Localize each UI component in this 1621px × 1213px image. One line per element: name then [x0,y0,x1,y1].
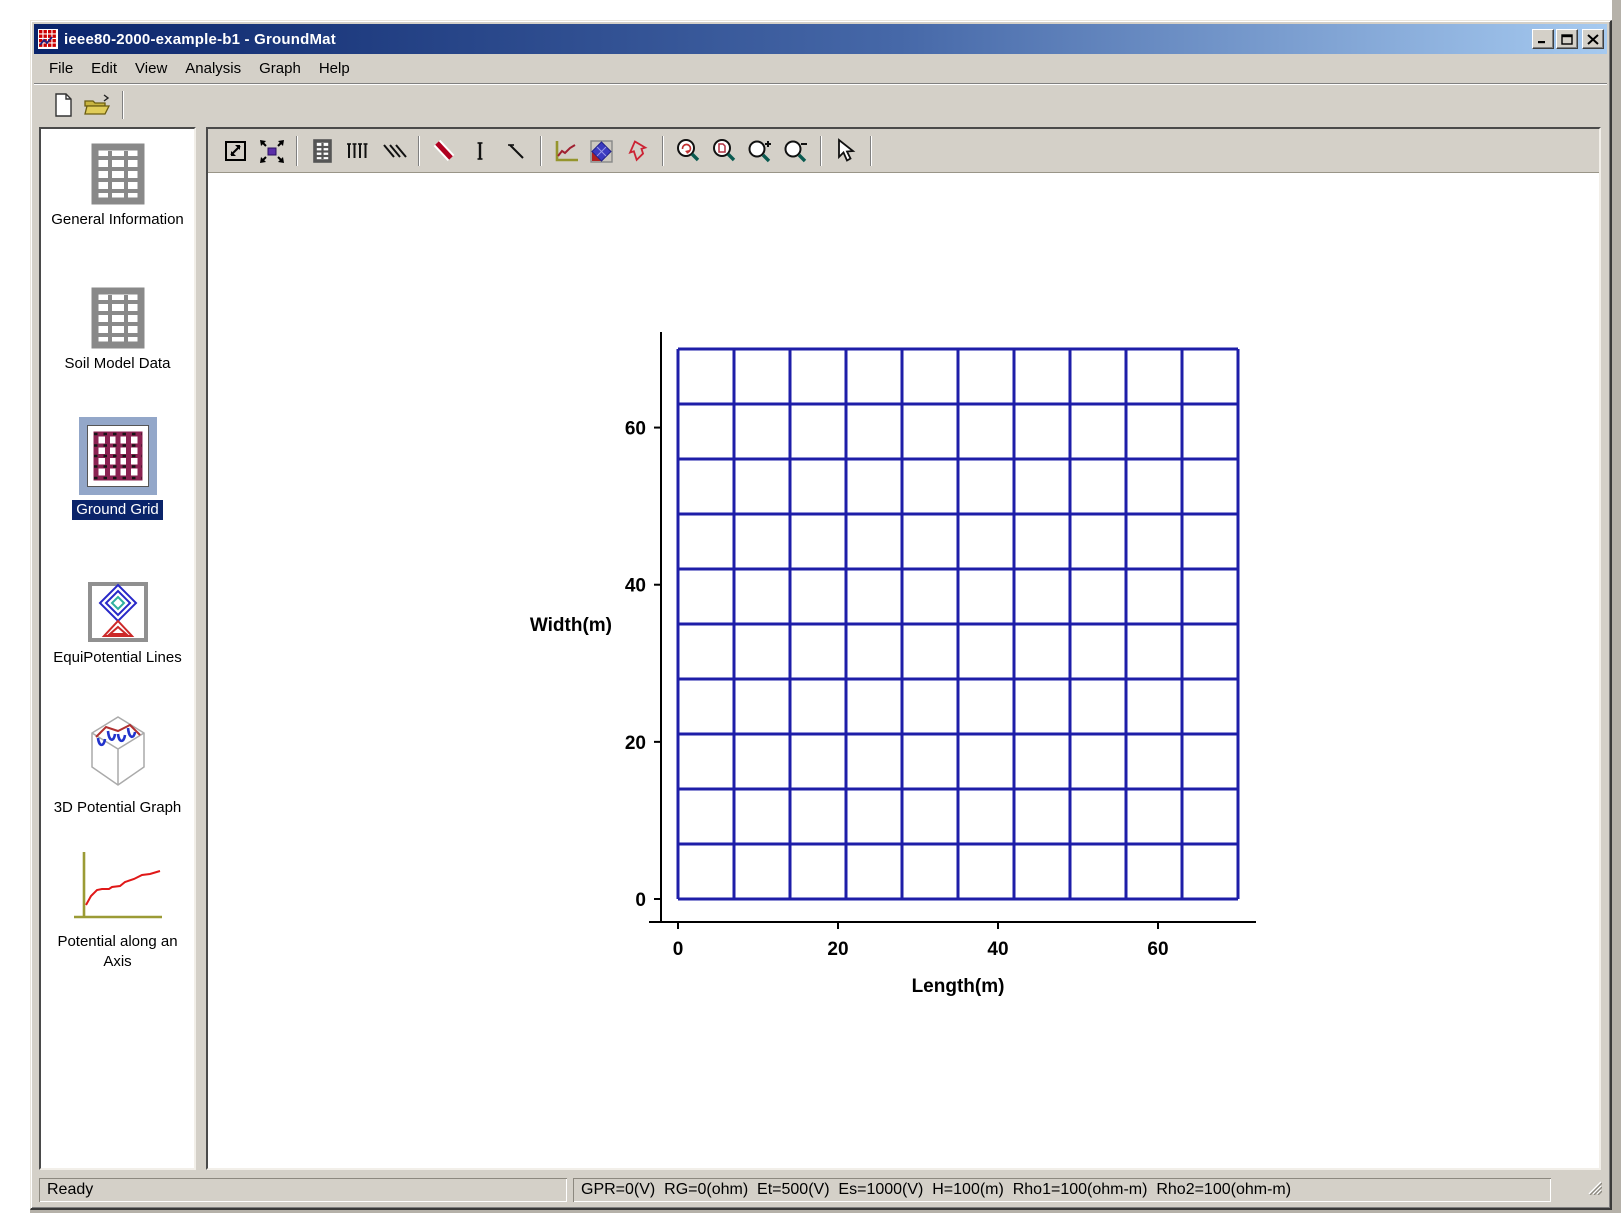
sidebar-item-label: General Information [51,210,184,230]
svg-text:20: 20 [625,733,646,754]
potential-graph-icon [551,136,581,166]
gpr-arrow-icon [623,136,653,166]
zoom-page-button[interactable] [706,134,742,168]
add-vertical-conductor-button[interactable] [462,134,498,168]
add-diagonal-conductor-icon [501,136,531,166]
new-file-button[interactable] [46,89,80,121]
graph-toolbar [208,129,1599,173]
zoom-window-button[interactable] [670,134,706,168]
toolbar-separator [870,136,872,166]
status-parameters-panel: GPR=0(V) RG=0(ohm) Et=500(V) Es=1000(V) … [573,1178,1551,1202]
app-icon [38,29,58,49]
equipotential-plot-button[interactable] [584,134,620,168]
chart-canvas[interactable]: 0 20 40 60 0 20 40 60 Width(m) Length(m) [208,173,1599,1168]
3d-potential-graph-icon [86,715,150,793]
svg-text:60: 60 [1147,939,1168,960]
fit-to-window-icon [221,136,251,166]
conductor-table-icon [307,136,337,166]
sidebar-item-label: Ground Grid [72,500,163,520]
sidebar-item-label: 3D Potential Graph [54,798,182,818]
sidebar-item-potential-along-axis[interactable]: Potential along an Axis [41,849,194,972]
window-title: ieee80-2000-example-b1 - GroundMat [64,31,1530,48]
conductor-table-button[interactable] [304,134,340,168]
title-bar[interactable]: ieee80-2000-example-b1 - GroundMat [34,24,1607,54]
add-vertical-conductor-icon [465,136,495,166]
toolbar-separator [540,136,542,166]
open-file-button[interactable] [80,89,114,121]
zoom-window-icon [673,136,703,166]
zoom-page-icon [709,136,739,166]
expand-view-button[interactable] [254,134,290,168]
menu-help[interactable]: Help [310,57,359,80]
sidebar-item-equipotential-lines[interactable]: EquiPotential Lines [41,581,194,668]
status-ready-panel: Ready [39,1178,567,1202]
toolbar-separator [662,136,664,166]
equipotential-lines-icon [87,581,149,643]
add-diagonal-conductor-button[interactable] [498,134,534,168]
svg-text:0: 0 [673,939,684,960]
status-bar: Ready GPR=0(V) RG=0(ohm) Et=500(V) Es=10… [34,1174,1607,1205]
desktop-background [1612,0,1621,1213]
sidebar-item-label: EquiPotential Lines [53,648,181,668]
application-window: ieee80-2000-example-b1 - GroundMat File … [30,20,1612,1210]
toolbar-separator [820,136,822,166]
diagonal-conductors-button[interactable] [376,134,412,168]
menu-edit[interactable]: Edit [82,57,126,80]
sidebar-item-3d-potential-graph[interactable]: 3D Potential Graph [41,715,194,818]
sidebar-item-soil-model-data[interactable]: Soil Model Data [41,287,194,374]
svg-text:Width(m): Width(m) [530,615,612,636]
vertical-conductors-button[interactable] [340,134,376,168]
file-toolbar [34,83,1607,125]
content-area: General Information Soil Model Data [34,125,1607,1174]
status-ready-text: Ready [47,1181,93,1199]
select-pointer-icon [831,136,861,166]
zoom-out-icon [781,136,811,166]
toolbar-separator [296,136,298,166]
sidebar-item-ground-grid[interactable]: Ground Grid [41,417,194,520]
navigation-sidebar: General Information Soil Model Data [39,127,196,1170]
potential-graph-button[interactable] [548,134,584,168]
equipotential-plot-icon [587,136,617,166]
zoom-in-icon [745,136,775,166]
open-folder-icon [82,91,112,119]
expand-view-icon [257,136,287,166]
sidebar-item-label: Potential along an Axis [44,932,192,972]
vertical-conductors-icon [343,136,373,166]
select-pointer-button[interactable] [828,134,864,168]
diagonal-conductors-icon [379,136,409,166]
toolbar-separator [122,91,124,119]
table-icon [87,287,149,349]
svg-text:Length(m): Length(m) [912,976,1005,997]
main-panel: 0 20 40 60 0 20 40 60 Width(m) Length(m) [206,127,1601,1170]
potential-along-axis-icon [70,849,166,927]
ground-grid-icon [79,417,157,495]
zoom-out-button[interactable] [778,134,814,168]
menu-graph[interactable]: Graph [250,57,310,80]
sidebar-item-label: Soil Model Data [65,354,171,374]
svg-text:60: 60 [625,419,646,440]
resize-grip-icon[interactable] [1586,1179,1602,1200]
menu-analysis[interactable]: Analysis [176,57,250,80]
menu-bar: File Edit View Analysis Graph Help [34,54,1607,83]
svg-text:0: 0 [635,890,646,911]
close-button[interactable] [1582,29,1604,49]
fit-to-window-button[interactable] [218,134,254,168]
minimize-button[interactable] [1532,29,1554,49]
menu-view[interactable]: View [126,57,176,80]
svg-text:20: 20 [827,939,848,960]
chart-svg: 0 20 40 60 0 20 40 60 Width(m) Length(m) [208,173,1602,1173]
toolbar-separator [418,136,420,166]
zoom-in-button[interactable] [742,134,778,168]
sidebar-item-general-information[interactable]: General Information [41,143,194,230]
status-parameters-text: GPR=0(V) RG=0(ohm) Et=500(V) Es=1000(V) … [581,1181,1291,1199]
gpr-arrow-button[interactable] [620,134,656,168]
svg-text:40: 40 [987,939,1008,960]
menu-file[interactable]: File [40,57,82,80]
table-icon [87,143,149,205]
new-document-icon [49,91,77,119]
maximize-button[interactable] [1556,29,1578,49]
svg-text:40: 40 [625,576,646,597]
add-conductor-button[interactable] [426,134,462,168]
add-conductor-icon [429,136,459,166]
